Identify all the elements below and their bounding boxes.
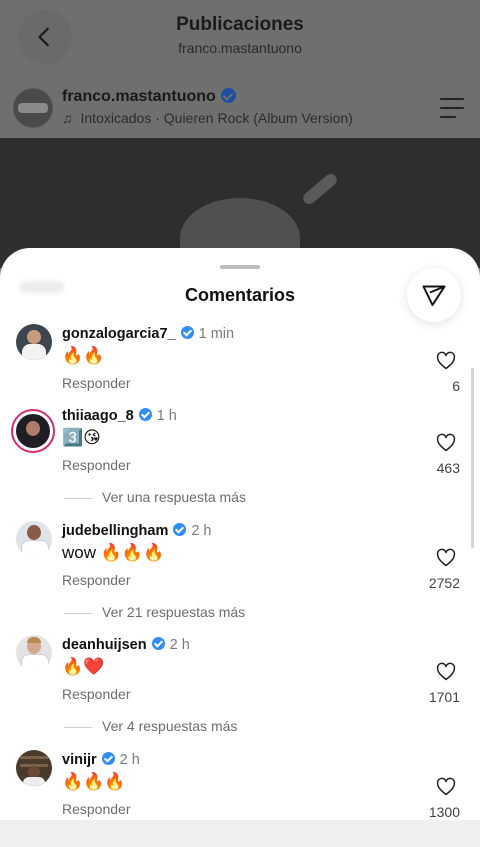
comment-text: wow 🔥🔥🔥 <box>62 543 165 562</box>
comment-time: 2 h <box>169 637 190 653</box>
comment-username[interactable]: gonzalogarcia7_ 1 min <box>62 326 234 342</box>
page-title: Publicaciones <box>176 14 304 35</box>
avatar[interactable] <box>16 521 52 557</box>
reply-button[interactable]: Responder <box>62 801 131 817</box>
verified-badge-icon <box>101 752 115 765</box>
post-username-text: franco.mastantuono <box>62 88 216 105</box>
comment-text: 🔥🔥🔥 <box>62 772 126 791</box>
verified-badge-icon <box>220 88 236 103</box>
avatar[interactable] <box>16 324 52 360</box>
heart-icon[interactable] <box>436 548 456 568</box>
username-text: deanhuijsen <box>62 637 147 653</box>
like-count: 463 <box>436 460 460 476</box>
avatar[interactable] <box>13 88 53 128</box>
page-subtitle: franco.mastantuono <box>178 40 302 56</box>
comment-text: 🔥🔥 <box>62 346 105 365</box>
filter-icon <box>422 285 446 306</box>
comment-time: 2 h <box>119 752 140 768</box>
reply-button[interactable]: Responder <box>62 572 131 588</box>
like-count: 2752 <box>428 575 460 591</box>
comment-username[interactable]: judebellingham 2 h <box>62 523 212 539</box>
like-count: 1701 <box>428 689 460 705</box>
username-text: gonzalogarcia7_ <box>62 326 176 342</box>
filter-button[interactable] <box>407 268 461 322</box>
reply-button[interactable]: Responder <box>62 375 131 391</box>
header: Publicaciones franco.mastantuono <box>0 0 480 78</box>
comment-username[interactable]: thiiaago_8 1 h <box>62 408 177 424</box>
view-more-replies[interactable]: Ver 21 respuestas más <box>64 604 245 620</box>
username-text: judebellingham <box>62 523 169 539</box>
verified-badge-icon <box>151 637 165 650</box>
heart-icon[interactable] <box>436 351 456 371</box>
like-count: 6 <box>452 378 460 394</box>
post-header: franco.mastantuono ♫ Intoxicados · Quiere… <box>0 80 480 136</box>
reply-button[interactable]: Responder <box>62 457 131 473</box>
reply-button[interactable]: Responder <box>62 686 131 702</box>
username-text: thiiaago_8 <box>62 408 134 424</box>
heart-icon[interactable] <box>436 433 456 453</box>
menu-icon[interactable] <box>440 98 464 125</box>
heart-icon[interactable] <box>436 662 456 682</box>
view-more-replies[interactable]: Ver una respuesta más <box>64 489 246 505</box>
like-count: 1300 <box>428 804 460 820</box>
verified-badge-icon <box>138 408 152 421</box>
avatar[interactable] <box>16 635 52 671</box>
music-note-icon: ♫ <box>62 110 73 126</box>
verified-badge-icon <box>180 326 194 339</box>
comment-time: 1 h <box>156 408 177 424</box>
comment-time: 2 h <box>191 523 212 539</box>
sheet-grabber[interactable] <box>220 265 260 269</box>
avatar[interactable] <box>11 409 55 453</box>
comment-text: 3️⃣😘 <box>62 428 101 447</box>
view-more-replies[interactable]: Ver 4 respuestas más <box>64 718 237 734</box>
post-song[interactable]: ♫ Intoxicados · Quieren Rock (Album Versi… <box>62 110 353 126</box>
heart-icon[interactable] <box>436 777 456 797</box>
bottom-bar <box>0 820 480 847</box>
comment-username[interactable]: vinijr 2 h <box>62 752 140 768</box>
comment-username[interactable]: deanhuijsen 2 h <box>62 637 190 653</box>
comment-text: 🔥❤️ <box>62 657 105 676</box>
comment-time: 1 min <box>198 326 235 342</box>
scrollbar[interactable] <box>471 368 474 548</box>
avatar[interactable] <box>16 750 52 786</box>
username-text: vinijr <box>62 752 97 768</box>
post-username[interactable]: franco.mastantuono <box>62 88 236 106</box>
verified-badge-icon <box>173 523 187 536</box>
post-song-text: Intoxicados · Quieren Rock (Album Versio… <box>80 110 353 126</box>
